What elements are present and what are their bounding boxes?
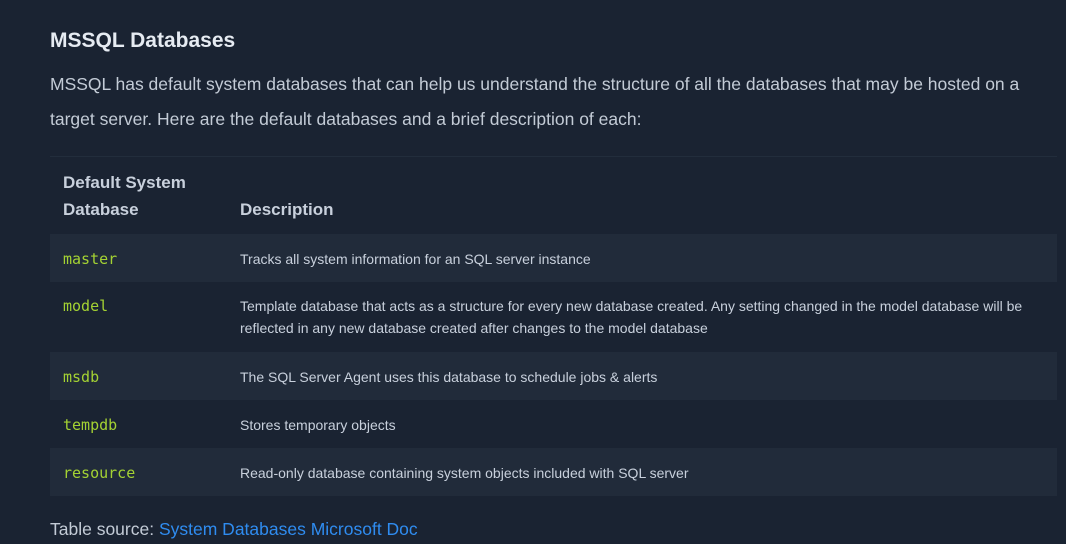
table-row: model Template database that acts as a s… — [50, 282, 1057, 352]
database-description: Read-only database containing system obj… — [240, 465, 689, 481]
database-name: model — [63, 297, 109, 315]
database-description: Tracks all system information for an SQL… — [240, 251, 591, 267]
databases-table-container: Default System Database Description mast… — [50, 156, 1057, 496]
table-row: tempdb Stores temporary objects — [50, 400, 1057, 448]
table-body: master Tracks all system information for… — [50, 234, 1057, 496]
content-section: MSSQL Databases MSSQL has default system… — [0, 0, 1066, 540]
database-description: The SQL Server Agent uses this database … — [240, 369, 658, 385]
table-row: msdb The SQL Server Agent uses this data… — [50, 352, 1057, 400]
source-link[interactable]: System Databases Microsoft Doc — [159, 519, 418, 539]
section-heading: MSSQL Databases — [50, 29, 236, 52]
database-name: resource — [63, 464, 136, 482]
database-name: msdb — [63, 368, 100, 386]
databases-table: Default System Database Description mast… — [50, 157, 1057, 496]
database-name: master — [63, 250, 118, 268]
table-header-row: Default System Database Description — [50, 157, 1057, 234]
table-source: Table source: System Databases Microsoft… — [50, 518, 1057, 540]
database-name: tempdb — [63, 416, 118, 434]
table-row: resource Read-only database containing s… — [50, 448, 1057, 496]
database-description: Template database that acts as a structu… — [240, 298, 1023, 336]
table-row: master Tracks all system information for… — [50, 234, 1057, 282]
intro-paragraph: MSSQL has default system databases that … — [50, 74, 1020, 129]
database-description: Stores temporary objects — [240, 417, 396, 433]
column-header-database: Default System Database — [63, 173, 186, 219]
column-header-description: Description — [240, 200, 334, 219]
table-header: Default System Database Description — [50, 157, 1057, 234]
source-label: Table source: — [50, 519, 155, 539]
